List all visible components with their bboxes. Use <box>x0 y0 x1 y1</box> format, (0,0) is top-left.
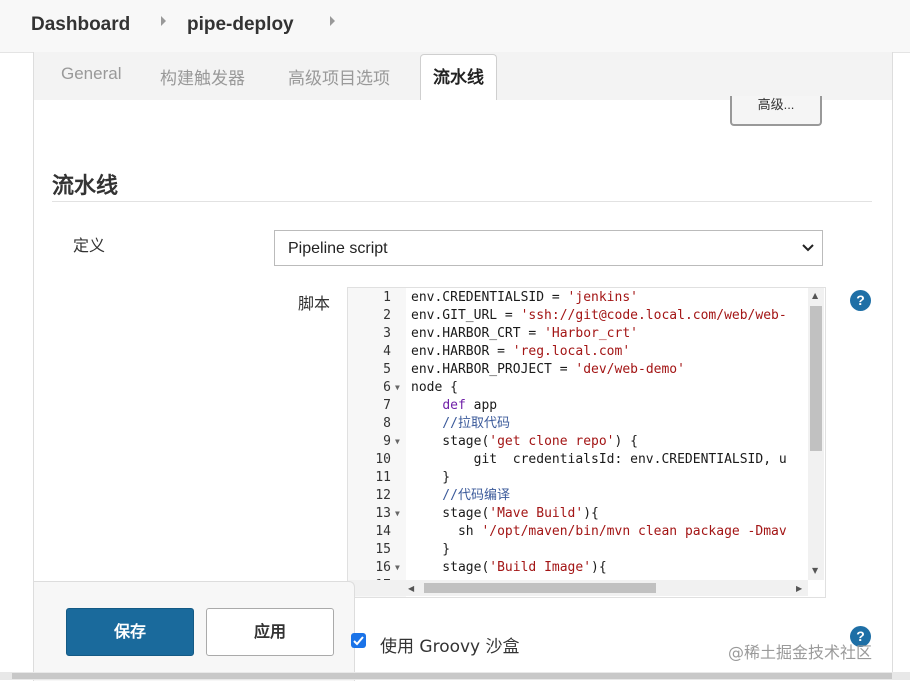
line-number: 7 <box>383 398 391 413</box>
code-text: } <box>411 542 451 557</box>
code-line[interactable]: 6 ▼ node { <box>348 379 808 397</box>
code-text: stage('get clone repo') { <box>411 434 638 449</box>
section-divider <box>52 201 872 202</box>
config-tabs: General 构建触发器 高级项目选项 流水线 <box>33 52 893 102</box>
editor-horizontal-scroll-thumb[interactable] <box>424 583 656 593</box>
code-line[interactable]: 1 env.CREDENTIALSID = 'jenkins' <box>348 289 808 307</box>
code-line[interactable]: 9 ▼ stage('get clone repo') { <box>348 433 808 451</box>
code-line[interactable]: 15 } <box>348 541 808 559</box>
code-line[interactable]: 2 env.GIT_URL = 'ssh://git@code.local.com… <box>348 307 808 325</box>
definition-select[interactable]: Pipeline script <box>274 230 823 266</box>
editor-vertical-scrollbar[interactable]: ▲ ▼ <box>808 288 824 580</box>
breadcrumb: Dashboard pipe-deploy <box>0 0 910 53</box>
page-scroll-thumb[interactable] <box>12 673 892 679</box>
code-text: env.CREDENTIALSID = 'jenkins' <box>411 290 638 305</box>
code-text: env.GIT_URL = 'ssh://git@code.local.com/… <box>411 308 787 323</box>
code-line[interactable]: 13 ▼ stage('Mave Build'){ <box>348 505 808 523</box>
scroll-up-arrow-icon[interactable]: ▲ <box>812 291 818 300</box>
tab-advanced-options[interactable]: 高级项目选项 <box>288 64 390 89</box>
code-line[interactable]: 8 //拉取代码 <box>348 415 808 433</box>
line-number: 1 <box>383 290 391 305</box>
script-label: 脚本 <box>298 294 331 313</box>
tab-pipeline[interactable]: 流水线 <box>420 54 497 102</box>
code-text: sh '/opt/maven/bin/mvn clean package -Dm… <box>411 524 787 539</box>
line-number: 5 <box>383 362 391 377</box>
code-text: env.HARBOR_CRT = 'Harbor_crt' <box>411 326 638 341</box>
code-text: env.HARBOR_PROJECT = 'dev/web-demo' <box>411 362 685 377</box>
breadcrumb-job-link[interactable]: pipe-deploy <box>187 14 294 36</box>
advanced-button[interactable]: 高级... <box>730 96 822 126</box>
code-line[interactable]: 16 ▼ stage('Build Image'){ <box>348 559 808 577</box>
help-icon[interactable]: ? <box>850 290 871 311</box>
chevron-right-icon[interactable] <box>330 16 335 26</box>
fold-toggle-icon[interactable]: ▼ <box>395 505 400 523</box>
line-number: 12 <box>375 488 391 503</box>
fold-toggle-icon[interactable]: ▼ <box>395 379 400 397</box>
code-text: env.HARBOR = 'reg.local.com' <box>411 344 631 359</box>
editor-horizontal-scrollbar[interactable]: ◀ ▶ <box>348 580 808 596</box>
watermark: @稀土掘金技术社区 <box>728 643 873 662</box>
line-number: 9 <box>383 434 391 449</box>
line-number: 2 <box>383 308 391 323</box>
code-text: stage('Mave Build'){ <box>411 506 599 521</box>
line-number: 13 <box>375 506 391 521</box>
editor-vertical-scroll-thumb[interactable] <box>810 306 822 451</box>
section-title: 流水线 <box>52 174 119 199</box>
code-text: //代码编译 <box>411 488 510 503</box>
line-number: 8 <box>383 416 391 431</box>
line-number: 15 <box>375 542 391 557</box>
code-text: stage('Build Image'){ <box>411 560 607 575</box>
tab-build-triggers[interactable]: 构建触发器 <box>160 64 245 89</box>
apply-button[interactable]: 应用 <box>206 608 334 656</box>
line-number: 3 <box>383 326 391 341</box>
code-line[interactable]: 10 git credentialsId: env.CREDENTIALSID,… <box>348 451 808 469</box>
breadcrumb-dashboard-link[interactable]: Dashboard <box>31 14 130 36</box>
code-line[interactable]: 4 env.HARBOR = 'reg.local.com' <box>348 343 808 361</box>
page-horizontal-scrollbar[interactable] <box>0 672 910 680</box>
code-text: def app <box>442 398 498 413</box>
scroll-down-arrow-icon[interactable]: ▼ <box>812 566 818 575</box>
line-number: 4 <box>383 344 391 359</box>
code-line[interactable]: 5 env.HARBOR_PROJECT = 'dev/web-demo' <box>348 361 808 379</box>
fold-toggle-icon[interactable]: ▼ <box>395 559 400 577</box>
code-text: node { <box>411 380 458 395</box>
save-button[interactable]: 保存 <box>66 608 194 656</box>
code-line[interactable]: 3 env.HARBOR_CRT = 'Harbor_crt' <box>348 325 808 343</box>
code-line[interactable]: 7 def app <box>348 397 808 415</box>
line-number: 6 <box>383 380 391 395</box>
definition-selected-value: Pipeline script <box>288 240 388 257</box>
code-text: //拉取代码 <box>411 416 510 431</box>
code-line[interactable]: 11 } <box>348 469 808 487</box>
code-text: } <box>411 470 451 485</box>
line-number: 10 <box>375 452 391 467</box>
chevron-down-icon <box>802 244 814 252</box>
code-line[interactable]: 14 sh '/opt/maven/bin/mvn clean package … <box>348 523 808 541</box>
scroll-left-arrow-icon[interactable]: ◀ <box>408 584 414 593</box>
line-number: 16 <box>375 560 391 575</box>
code-line[interactable]: 12 //代码编译 <box>348 487 808 505</box>
tab-general[interactable]: General <box>61 64 121 84</box>
line-number: 11 <box>375 470 391 485</box>
script-editor[interactable]: 1 env.CREDENTIALSID = 'jenkins' 2 env.GIT_U… <box>347 287 826 598</box>
code-text: git credentialsId: env.CREDENTIALSID, u <box>411 452 787 467</box>
groovy-sandbox-checkbox[interactable] <box>351 633 366 648</box>
groovy-sandbox-label[interactable]: 使用 Groovy 沙盒 <box>380 632 520 657</box>
chevron-right-icon[interactable] <box>161 16 166 26</box>
line-number: 14 <box>375 524 391 539</box>
fold-toggle-icon[interactable]: ▼ <box>395 433 400 451</box>
scroll-right-arrow-icon[interactable]: ▶ <box>796 584 802 593</box>
checkmark-icon <box>353 636 364 646</box>
definition-label: 定义 <box>73 236 106 255</box>
